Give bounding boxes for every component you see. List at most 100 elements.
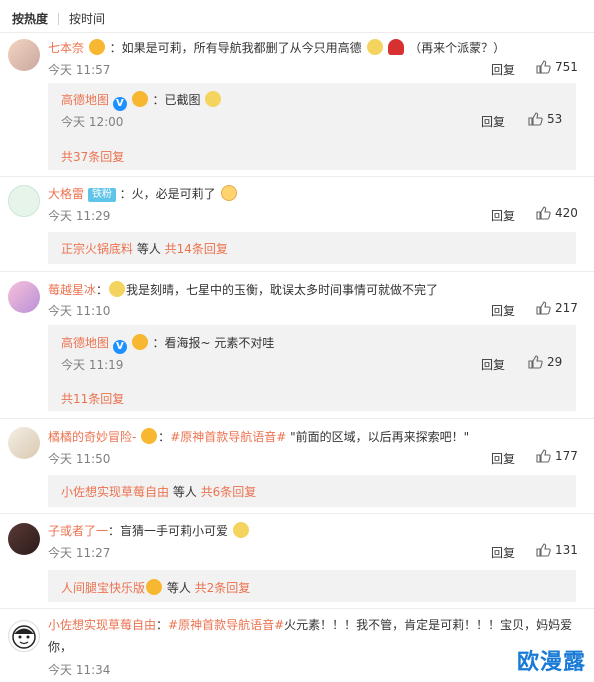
more-replies-link[interactable]: 共37条回复 <box>61 148 124 165</box>
like-button[interactable]: 177 <box>535 448 578 464</box>
like-button[interactable]: 420 <box>535 205 578 221</box>
divider <box>0 176 594 177</box>
comment-body: 火元素！！！我不管，肯定是可莉！！！宝贝，妈妈爱 <box>284 618 573 632</box>
comment-body: ：盲猜一手可莉小可爱 <box>108 524 229 538</box>
reply-button[interactable]: 回复 <box>491 544 515 561</box>
kiss-emoji-icon <box>220 185 237 201</box>
comment-text: 橘橘的奇妙冒险- ：#原神首款导航语音# "前面的区域，以后再来探索吧！" <box>48 428 470 444</box>
more-replies-link[interactable]: 共14条回复 <box>165 242 228 256</box>
like-button[interactable]: 29 <box>527 354 562 370</box>
reply-button[interactable]: 回复 <box>491 302 515 319</box>
comment-text: 七本奈 ：如果是可莉，所有导航我都删了从今只用高德 （再来个派蒙？） <box>48 39 505 56</box>
rose-emoji-icon <box>388 39 405 55</box>
comment-body: "前面的区域，以后再来探索吧！" <box>286 430 470 444</box>
more-replies-row: 人间腿宝快乐版 等人 共2条回复 <box>61 579 250 596</box>
cat-emoji-icon <box>366 39 383 55</box>
sub-comment-body: ：已截图 <box>152 93 201 107</box>
watermark-logo: 欧漫露 <box>516 650 586 675</box>
comment-time: 今天 11:29 <box>48 209 111 223</box>
fans-badge: 铁粉 <box>87 188 116 202</box>
comment-time: 今天 11:57 <box>48 63 111 77</box>
reply-button[interactable]: 回复 <box>491 207 515 224</box>
avatar[interactable] <box>8 39 40 71</box>
comment-body-tail: 我是刻晴，七星中的玉衡，耽误太多时间事情可就做不完了 <box>126 283 439 297</box>
sub-comment-body: ：看海报~ 元素不对哇 <box>152 336 275 350</box>
comment-time: 今天 11:10 <box>48 304 111 318</box>
comment-text: 大格雷 铁粉 ：火，必是可莉了 <box>48 185 238 202</box>
comment-time: 今天 11:50 <box>48 452 111 466</box>
comment-body: ：火，必是可莉了 <box>119 187 216 201</box>
comment-username[interactable]: 莓越星冰 <box>48 283 96 297</box>
thumb-up-icon <box>528 355 543 369</box>
sort-tabs: 按热度 按时间 <box>12 10 105 27</box>
comment-text: 莓越星冰： 我是刻晴，七星中的玉衡，耽误太多时间事情可就做不完了 <box>48 281 438 298</box>
comment-username[interactable]: 小佐想实现草莓自由 <box>48 618 156 632</box>
more-replies-row: 小佐想实现草莓自由 等人 共6条回复 <box>61 484 256 500</box>
reply-button[interactable]: 回复 <box>491 61 515 78</box>
thumb-up-icon <box>536 449 551 463</box>
like-count: 29 <box>547 355 563 369</box>
reply-button[interactable]: 回复 <box>481 356 505 373</box>
more-replies-link[interactable]: 共11条回复 <box>61 390 124 407</box>
avatar[interactable] <box>8 620 40 652</box>
comment-username[interactable]: 大格雷 <box>48 187 84 201</box>
cat-emoji-icon <box>109 281 126 297</box>
topic-link[interactable]: #原神首款导航语音# <box>170 430 286 444</box>
avatar[interactable] <box>8 523 40 555</box>
like-button[interactable]: 217 <box>535 300 578 316</box>
comment-username[interactable]: 子或者了一 <box>48 524 108 538</box>
reply-username[interactable]: 小佐想实现草莓自由 <box>61 485 169 499</box>
comment-username[interactable]: 七本奈 <box>48 41 84 55</box>
cartoon-face-icon <box>12 625 36 649</box>
lock-emoji-icon <box>146 579 163 595</box>
sub-comment-text: 高德地图 V ：看海报~ 元素不对哇 <box>61 334 274 354</box>
reply-others: 等人 <box>169 485 201 499</box>
comment-text: 子或者了一：盲猜一手可莉小可爱 <box>48 522 250 539</box>
lock-emoji-icon <box>88 39 105 55</box>
v-verified-icon: V <box>112 97 127 111</box>
avatar[interactable] <box>8 185 40 217</box>
comment-body: ： <box>96 283 109 297</box>
comment-text-line2: 你， <box>48 640 73 654</box>
comment-username[interactable]: 橘橘的奇妙冒险- <box>48 430 136 444</box>
more-replies-row: 正宗火锅底料 等人 共14条回复 <box>61 241 228 257</box>
reply-username[interactable]: 正宗火锅底料 <box>61 242 133 256</box>
lock-emoji-icon <box>131 334 148 350</box>
reply-username[interactable]: 人间腿宝快乐版 <box>61 581 145 595</box>
cat-emoji-icon <box>205 91 222 107</box>
more-replies-link[interactable]: 共2条回复 <box>195 581 251 595</box>
sub-comment-time: 今天 11:19 <box>61 358 124 372</box>
sub-comment-text: 高德地图 V ：已截图 <box>61 91 222 111</box>
lock-emoji-icon <box>141 428 158 444</box>
reply-button[interactable]: 回复 <box>491 450 515 467</box>
avatar[interactable] <box>8 281 40 313</box>
sub-comment-time: 今天 12:00 <box>61 115 124 129</box>
topic-link[interactable]: #原神首款导航语音# <box>168 618 284 632</box>
lock-emoji-icon <box>131 91 148 107</box>
comment-text: 小佐想实现草莓自由：#原神首款导航语音#火元素！！！我不管，肯定是可莉！！！宝贝… <box>48 618 573 632</box>
sub-comment-username[interactable]: 高德地图 <box>61 93 109 107</box>
more-replies-link[interactable]: 共6条回复 <box>201 485 257 499</box>
reply-others: 等人 <box>133 242 165 256</box>
comment-body-tail: （再来个派蒙？） <box>409 41 506 55</box>
like-count: 131 <box>555 543 578 557</box>
like-button[interactable]: 131 <box>535 542 578 558</box>
reply-others: 等人 <box>163 581 195 595</box>
cat-emoji-icon <box>232 522 249 538</box>
tab-by-time[interactable]: 按时间 <box>69 10 105 27</box>
like-count: 420 <box>555 206 578 220</box>
reply-button[interactable]: 回复 <box>481 113 505 130</box>
avatar[interactable] <box>8 427 40 459</box>
thumb-up-icon <box>536 60 551 74</box>
like-button[interactable]: 53 <box>527 111 562 127</box>
comment-time: 今天 11:27 <box>48 546 111 560</box>
v-verified-icon: V <box>112 340 127 354</box>
thumb-up-icon <box>536 206 551 220</box>
like-count: 217 <box>555 301 578 315</box>
tab-by-hot[interactable]: 按热度 <box>12 10 48 27</box>
comment-time: 今天 11:34 <box>48 663 111 677</box>
sub-comment-username[interactable]: 高德地图 <box>61 336 109 350</box>
divider <box>0 513 594 514</box>
like-button[interactable]: 751 <box>535 59 578 75</box>
thumb-up-icon <box>536 543 551 557</box>
